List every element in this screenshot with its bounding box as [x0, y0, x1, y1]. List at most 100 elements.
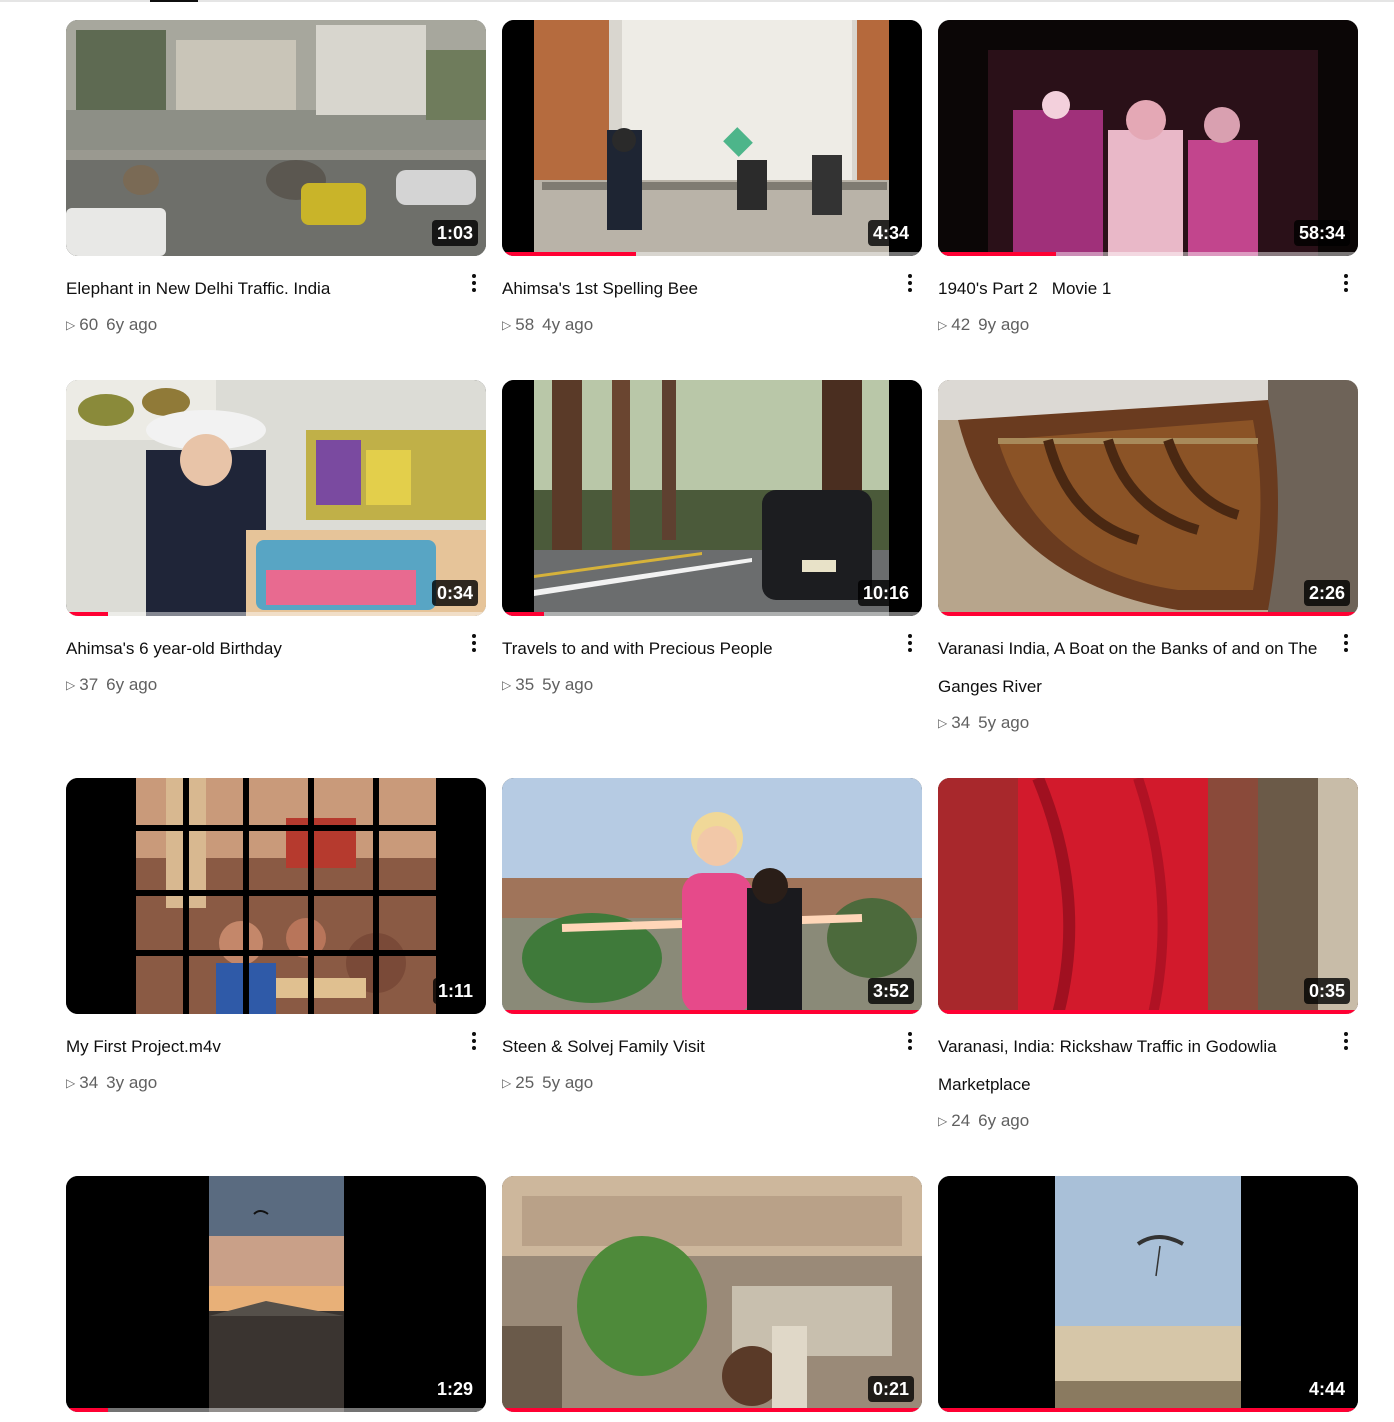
duration-badge: 3:52 [867, 978, 914, 1004]
video-card[interactable]: 0:34 Ahimsa's 6 year-old Birthday ▷ 37 6y … [66, 380, 486, 694]
video-thumbnail[interactable]: 0:21 [502, 1176, 922, 1412]
watch-progress-fill [502, 252, 637, 256]
watch-progress-fill [938, 1408, 1358, 1412]
upload-age: 5y ago [978, 713, 1030, 732]
video-thumbnail[interactable]: 3:52 [502, 778, 922, 1014]
watch-progress-fill [938, 252, 1056, 256]
more-vert-icon[interactable] [1340, 632, 1352, 654]
upload-age: 4y ago [542, 315, 594, 334]
video-card[interactable]: 1:03 Elephant in New Delhi Traffic. Indi… [66, 20, 486, 334]
view-count: 37 [79, 675, 99, 694]
play-triangle-icon: ▷ [66, 318, 76, 332]
video-thumbnail[interactable]: 1:29 [66, 1176, 486, 1412]
video-card[interactable]: 1:11 My First Project.m4v ▷ 34 3y ago [66, 778, 486, 1092]
video-thumbnail[interactable]: 0:35 [938, 778, 1358, 1014]
video-thumbnail[interactable]: 10:16 [502, 380, 922, 616]
more-vert-icon[interactable] [468, 272, 480, 294]
more-vert-icon[interactable] [1340, 272, 1352, 294]
play-triangle-icon: ▷ [66, 1076, 76, 1090]
video-meta: ▷ 35 5y ago [502, 674, 593, 697]
watch-progress-fill [502, 1408, 922, 1412]
play-triangle-icon: ▷ [502, 1076, 512, 1090]
video-title[interactable]: Ahimsa's 1st Spelling Bee [502, 270, 892, 308]
video-title[interactable]: Varanasi India, A Boat on the Banks of a… [938, 630, 1328, 706]
video-title[interactable]: Steen & Solvej Family Visit [502, 1028, 892, 1066]
more-vert-icon[interactable] [904, 1030, 916, 1052]
video-thumbnail[interactable]: 1:11 [66, 778, 486, 1014]
watch-progress-fill [938, 612, 1358, 616]
video-card[interactable]: 4:34 Ahimsa's 1st Spelling Bee ▷ 58 4y ago [502, 20, 922, 334]
play-triangle-icon: ▷ [66, 678, 76, 692]
watch-progress-track [938, 1010, 1358, 1014]
video-title[interactable]: My First Project.m4v [66, 1028, 456, 1066]
tab-strip-divider [0, 0, 1394, 2]
play-triangle-icon: ▷ [938, 1114, 948, 1128]
video-title[interactable]: 1940's Part 2 Movie 1 [938, 270, 1328, 308]
duration-badge: 4:34 [867, 220, 914, 246]
video-thumbnail[interactable]: 2:26 [938, 380, 1358, 616]
video-card[interactable]: 1:29 [66, 1176, 486, 1412]
view-count: 34 [951, 713, 971, 732]
video-card[interactable]: 58:34 1940's Part 2 Movie 1 ▷ 42 9y ago [938, 20, 1358, 334]
video-card[interactable]: 3:52 Steen & Solvej Family Visit ▷ 25 5y a… [502, 778, 922, 1092]
video-card[interactable]: 0:21 [502, 1176, 922, 1412]
watch-progress-track [502, 1408, 922, 1412]
view-count: 25 [515, 1073, 535, 1092]
more-vert-icon[interactable] [468, 632, 480, 654]
video-meta: ▷ 24 6y ago [938, 1110, 1029, 1133]
video-card[interactable]: 4:44 [938, 1176, 1358, 1412]
play-triangle-icon: ▷ [938, 716, 948, 730]
video-meta: ▷ 60 6y ago [66, 314, 157, 337]
watch-progress-fill [502, 1010, 922, 1014]
more-vert-icon[interactable] [904, 272, 916, 294]
watch-progress-track [938, 612, 1358, 616]
watch-progress-track [66, 1408, 486, 1412]
thumbnail-image [938, 778, 1358, 1014]
thumbnail-image [66, 1176, 486, 1412]
upload-age: 3y ago [106, 1073, 158, 1092]
thumbnail-image [66, 778, 486, 1014]
video-meta: ▷ 34 3y ago [66, 1072, 157, 1095]
more-vert-icon[interactable] [904, 632, 916, 654]
thumbnail-image [66, 20, 486, 256]
video-thumbnail[interactable]: 4:44 [938, 1176, 1358, 1412]
thumbnail-image [502, 20, 922, 256]
video-thumbnail[interactable]: 58:34 [938, 20, 1358, 256]
video-thumbnail[interactable]: 1:03 [66, 20, 486, 256]
video-card[interactable]: 2:26 Varanasi India, A Boat on the Banks… [938, 380, 1358, 732]
video-meta: ▷ 25 5y ago [502, 1072, 593, 1095]
view-count: 35 [515, 675, 535, 694]
thumbnail-image [502, 778, 922, 1014]
thumbnail-image [938, 380, 1358, 616]
video-meta: ▷ 37 6y ago [66, 674, 157, 697]
upload-age: 5y ago [542, 1073, 594, 1092]
thumbnail-image [66, 380, 486, 616]
play-triangle-icon: ▷ [502, 678, 512, 692]
video-title[interactable]: Varanasi, India: Rickshaw Traffic in God… [938, 1028, 1328, 1104]
duration-badge: 2:26 [1303, 580, 1350, 606]
watch-progress-fill [502, 612, 544, 616]
view-count: 42 [951, 315, 971, 334]
video-title[interactable]: Travels to and with Precious People [502, 630, 892, 668]
duration-badge: 10:16 [857, 580, 914, 606]
video-title[interactable]: Elephant in New Delhi Traffic. India [66, 270, 456, 308]
more-vert-icon[interactable] [468, 1030, 480, 1052]
upload-age: 9y ago [978, 315, 1030, 334]
video-thumbnail[interactable]: 4:34 [502, 20, 922, 256]
thumbnail-image [502, 1176, 922, 1412]
upload-age: 6y ago [978, 1111, 1030, 1130]
duration-badge: 0:35 [1303, 978, 1350, 1004]
duration-badge: 1:11 [432, 978, 478, 1004]
duration-badge: 58:34 [1293, 220, 1350, 246]
view-count: 24 [951, 1111, 971, 1130]
video-title[interactable]: Ahimsa's 6 year-old Birthday [66, 630, 456, 668]
video-card[interactable]: 10:16 Travels to and with Precious Peopl… [502, 380, 922, 694]
more-vert-icon[interactable] [1340, 1030, 1352, 1052]
watch-progress-fill [66, 612, 108, 616]
video-thumbnail[interactable]: 0:34 [66, 380, 486, 616]
watch-progress-track [502, 252, 922, 256]
video-card[interactable]: 0:35 Varanasi, India: Rickshaw Traffic i… [938, 778, 1358, 1130]
watch-progress-fill [66, 1408, 108, 1412]
upload-age: 6y ago [106, 315, 158, 334]
active-tab-indicator [150, 0, 198, 2]
